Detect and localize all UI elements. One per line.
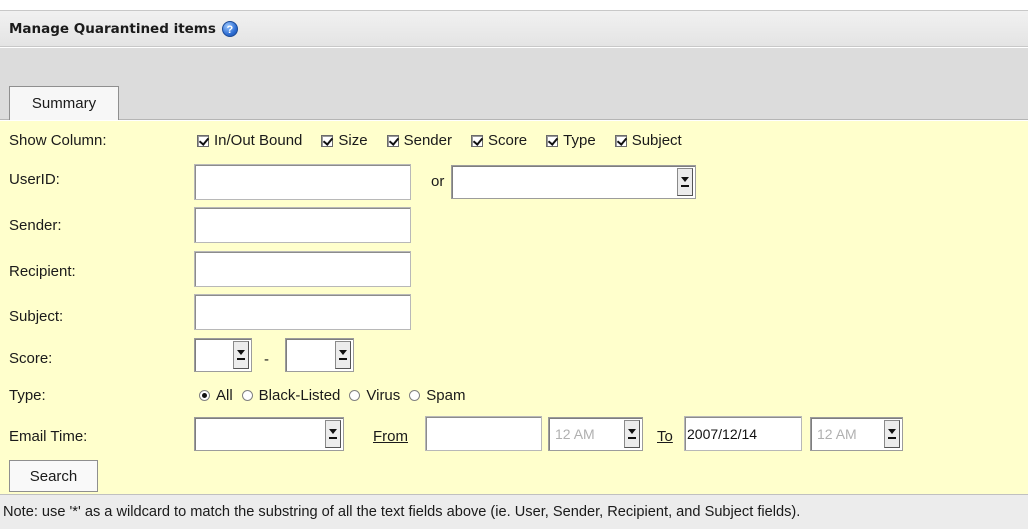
from-date-input[interactable] [425, 416, 542, 451]
chevron-down-icon[interactable] [884, 420, 900, 448]
type-radio-all[interactable]: All [199, 387, 233, 404]
chevron-down-icon[interactable] [233, 341, 249, 369]
radio-icon[interactable] [241, 390, 253, 401]
email-time-label: Email Time: [9, 428, 88, 445]
userid-input[interactable] [194, 164, 411, 200]
score-max-select[interactable] [285, 338, 354, 372]
tab-strip: Summary [0, 48, 1028, 120]
radio-icon[interactable] [349, 390, 361, 401]
userid-select[interactable] [451, 165, 696, 199]
radio-icon[interactable] [409, 390, 421, 401]
score-min-select[interactable] [194, 338, 252, 372]
page-title: Manage Quarantined items [9, 20, 216, 37]
type-radio-virus[interactable]: Virus [349, 387, 400, 404]
subject-label: Subject: [9, 308, 64, 325]
type-options: All Black-Listed Virus Spam [199, 387, 474, 404]
checkbox-icon[interactable] [614, 134, 627, 147]
to-date-input[interactable]: 2007/12/14 [684, 416, 802, 451]
chevron-down-icon[interactable] [335, 341, 351, 369]
chevron-down-icon[interactable] [325, 420, 341, 448]
or-label: or [431, 173, 445, 190]
sender-label: Sender: [9, 217, 62, 234]
sender-input[interactable] [194, 207, 411, 243]
subject-input[interactable] [194, 294, 411, 330]
column-checkbox-subject[interactable]: Subject [614, 132, 682, 149]
checkbox-icon[interactable] [321, 134, 334, 147]
recipient-input[interactable] [194, 251, 411, 287]
checkbox-icon[interactable] [197, 134, 209, 147]
checkbox-icon[interactable] [546, 134, 559, 147]
recipient-label: Recipient: [9, 263, 76, 280]
type-label: Type: [9, 387, 46, 404]
column-checkbox-size[interactable]: Size [321, 132, 368, 149]
radio-selected-icon[interactable] [199, 390, 210, 401]
score-dash: - [264, 351, 269, 368]
page-header: Manage Quarantined items ? [0, 10, 1028, 47]
type-radio-spam[interactable]: Spam [409, 387, 465, 404]
search-button[interactable]: Search [9, 460, 98, 492]
wildcard-note: Note: use '*' as a wildcard to match the… [0, 494, 1028, 529]
chevron-down-icon[interactable] [624, 420, 640, 448]
chevron-down-icon[interactable] [677, 168, 693, 196]
from-link[interactable]: From [373, 428, 408, 445]
column-checkbox-sender[interactable]: Sender [386, 132, 452, 149]
tab-summary[interactable]: Summary [9, 86, 119, 120]
to-hour-select[interactable]: 12 AM [810, 417, 903, 451]
show-column-label: Show Column: [9, 132, 107, 149]
help-icon[interactable]: ? [221, 20, 238, 37]
userid-label: UserID: [9, 171, 60, 188]
column-checkbox-score[interactable]: Score [470, 132, 527, 149]
to-link[interactable]: To [657, 428, 673, 445]
from-hour-select[interactable]: 12 AM [548, 417, 643, 451]
column-checkbox-inout-bound[interactable]: In/Out Bound [197, 132, 302, 149]
column-checkbox-type[interactable]: Type [546, 132, 596, 149]
email-time-select[interactable] [194, 417, 344, 451]
checkbox-icon[interactable] [470, 134, 483, 147]
show-column-options: In/Out Bound Size Sender Score Type Subj… [197, 132, 701, 149]
checkbox-icon[interactable] [386, 134, 399, 147]
score-label: Score: [9, 350, 53, 367]
type-radio-black-listed[interactable]: Black-Listed [241, 387, 340, 404]
filter-panel: Show Column: In/Out Bound Size Sender Sc… [0, 121, 1028, 494]
